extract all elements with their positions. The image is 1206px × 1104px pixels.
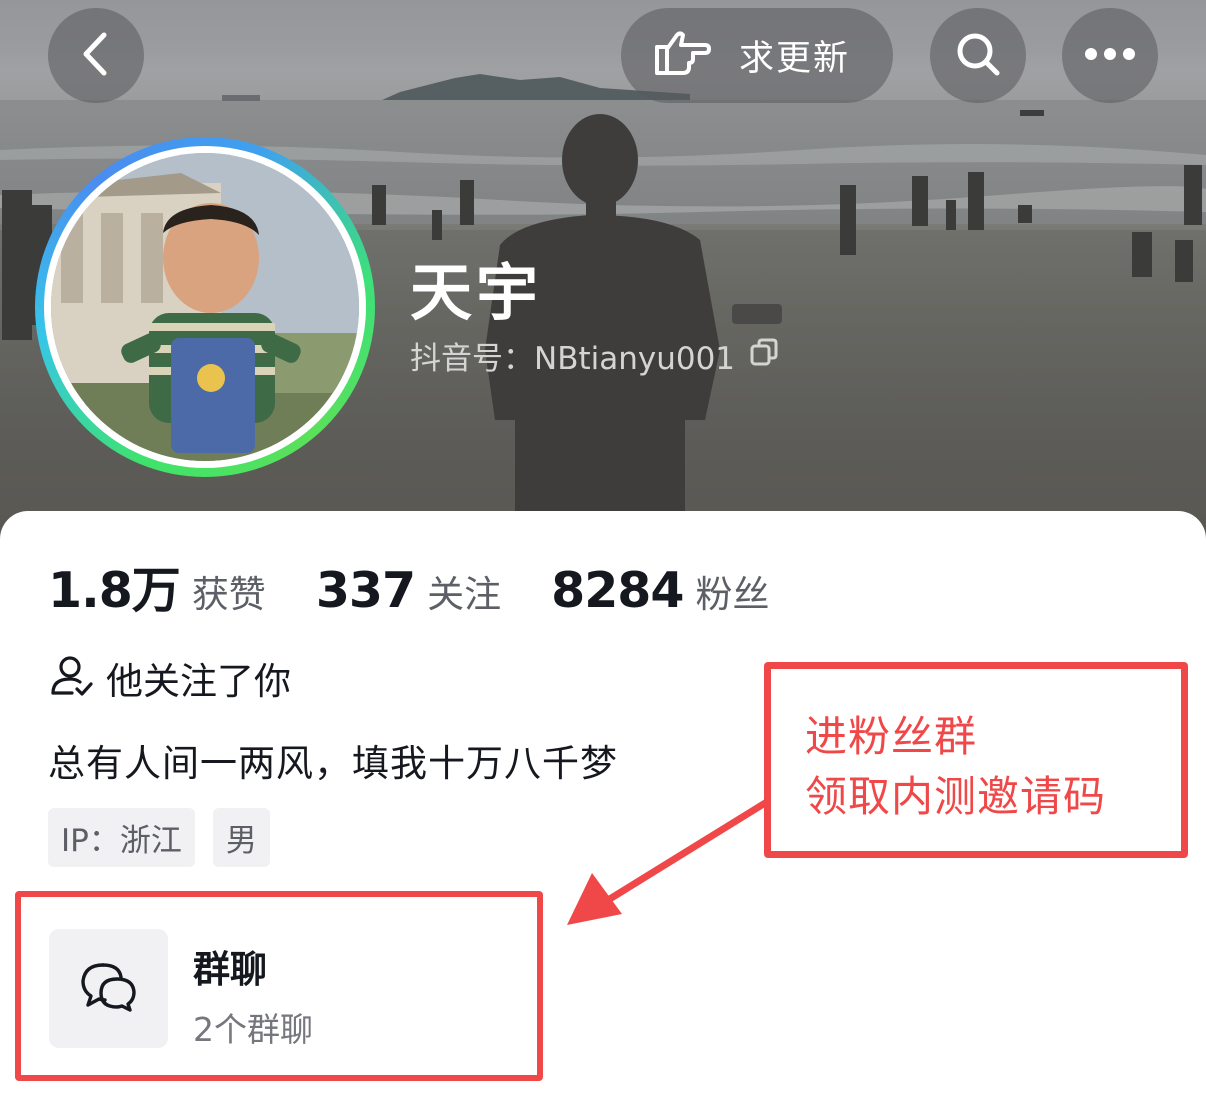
follows-you-text: 他关注了你 [106, 660, 291, 703]
stat-likes-label: 获赞 [191, 573, 266, 616]
annotation-box: 进粉丝群 领取内测邀请码 [764, 662, 1188, 858]
stat-following-label: 关注 [427, 573, 502, 616]
profile-tags: IP：浙江 男 [48, 808, 288, 867]
stat-following[interactable]: 337 关注 [316, 562, 501, 619]
more-icon [1084, 46, 1136, 65]
chat-bubbles-icon [79, 961, 139, 1017]
search-button[interactable] [930, 8, 1026, 103]
search-icon [953, 29, 1003, 83]
douyin-id[interactable]: 抖音号：NBtianyu001 [410, 333, 779, 378]
profile-name: 天宇 [410, 256, 543, 329]
avatar-photo [51, 153, 359, 461]
annotation-line-2: 领取内测邀请码 [805, 772, 1107, 821]
request-update-button[interactable]: 求更新 [621, 8, 893, 103]
group-chat-entry[interactable] [49, 929, 168, 1048]
group-chat-count: 2个群聊 [193, 1010, 313, 1049]
ip-location-tag: IP：浙江 [48, 808, 195, 867]
profile-cover: 求更新 天宇 抖音号：NBtianyu001 [0, 0, 1206, 540]
avatar[interactable] [35, 137, 375, 477]
pointing-hand-icon [653, 29, 713, 83]
stat-likes[interactable]: 1.8万 获赞 [48, 551, 266, 622]
back-button[interactable] [48, 8, 144, 103]
stats-row: 1.8万 获赞 337 关注 8284 粉丝 [48, 551, 820, 622]
follows-you-status: 他关注了你 [50, 651, 291, 705]
gender-tag: 男 [212, 808, 270, 867]
stat-followers-label: 粉丝 [695, 573, 770, 616]
user-check-icon [50, 655, 94, 701]
stat-following-value: 337 [315, 562, 416, 619]
request-update-label: 求更新 [739, 39, 851, 79]
douyin-id-text: 抖音号：NBtianyu001 [410, 341, 736, 377]
group-chat-title[interactable]: 群聊 [193, 939, 267, 993]
more-button[interactable] [1062, 8, 1158, 103]
annotation-line-1: 进粉丝群 [805, 712, 978, 761]
copy-icon[interactable] [749, 337, 779, 375]
chevron-left-icon [76, 29, 116, 83]
profile-bio: 总有人间一两风，填我十万八千梦 [48, 742, 618, 785]
stat-followers-value: 8284 [551, 562, 684, 619]
stat-likes-value: 1.8万 [48, 562, 181, 619]
stat-followers[interactable]: 8284 粉丝 [551, 562, 769, 619]
